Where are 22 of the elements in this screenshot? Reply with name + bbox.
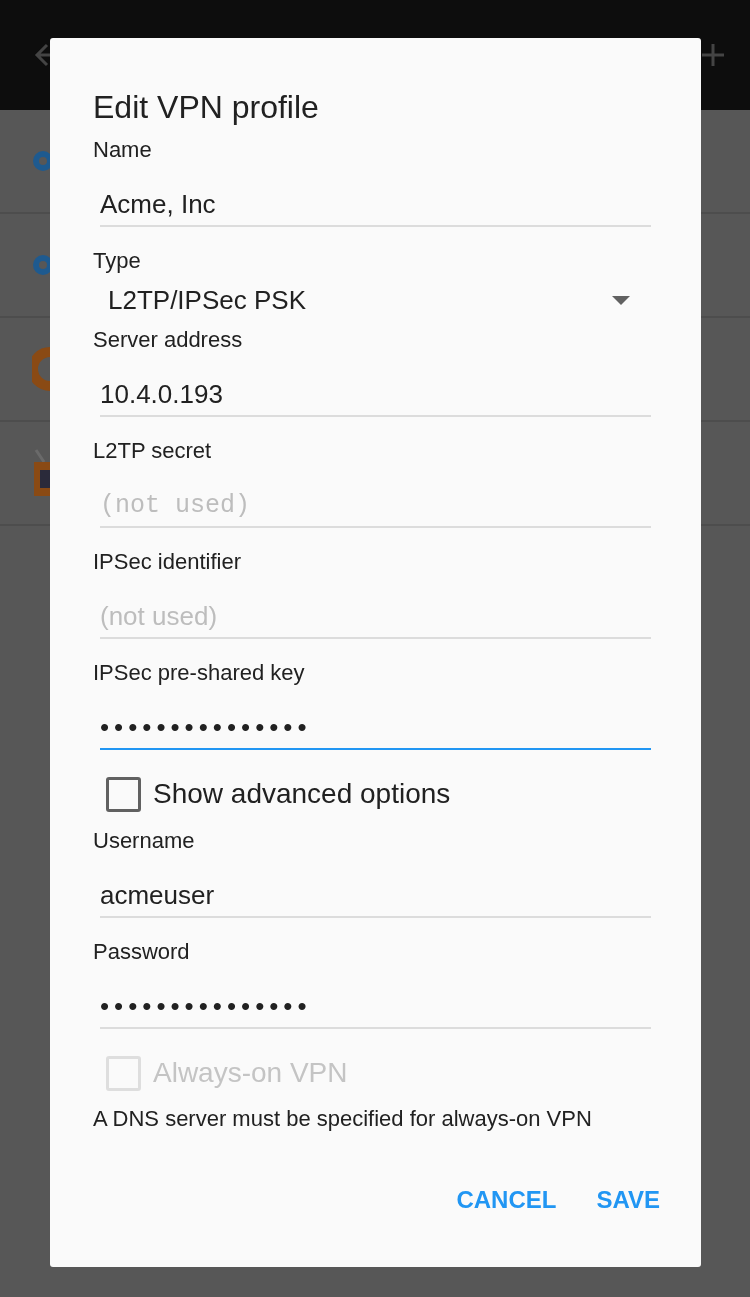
input-field[interactable]: 10.4.0.193 bbox=[100, 379, 651, 417]
field-label: Name bbox=[93, 136, 153, 164]
field-label: Password bbox=[93, 938, 191, 966]
dialog-title: Edit VPN profile bbox=[93, 88, 320, 127]
note-text: A DNS server must be specified for always-on VPN bbox=[93, 1105, 593, 1133]
field-label: Server address bbox=[93, 326, 244, 354]
field-label: Type bbox=[93, 247, 142, 275]
field-label: Username bbox=[93, 827, 196, 855]
input-field[interactable]: acmeuser bbox=[100, 880, 651, 918]
field-label: IPSec identifier bbox=[93, 548, 242, 576]
input-field[interactable]: ••••••••••••••• bbox=[100, 712, 651, 750]
checkbox[interactable]: Show advanced options bbox=[106, 770, 651, 818]
plus-icon[interactable] bbox=[700, 42, 726, 68]
dropdown-arrow-icon bbox=[612, 295, 630, 305]
input-field[interactable]: ••••••••••••••• bbox=[100, 991, 651, 1029]
input-field[interactable]: (not used) bbox=[100, 601, 651, 639]
app-icon bbox=[32, 448, 50, 498]
type-dropdown[interactable]: L2TP/IPSec PSK bbox=[108, 284, 630, 316]
input-field[interactable]: (not used) bbox=[100, 490, 651, 528]
input-field[interactable]: Acme, Inc bbox=[100, 189, 651, 227]
field-label: L2TP secret bbox=[93, 437, 213, 465]
field-label: IPSec pre-shared key bbox=[93, 659, 306, 687]
